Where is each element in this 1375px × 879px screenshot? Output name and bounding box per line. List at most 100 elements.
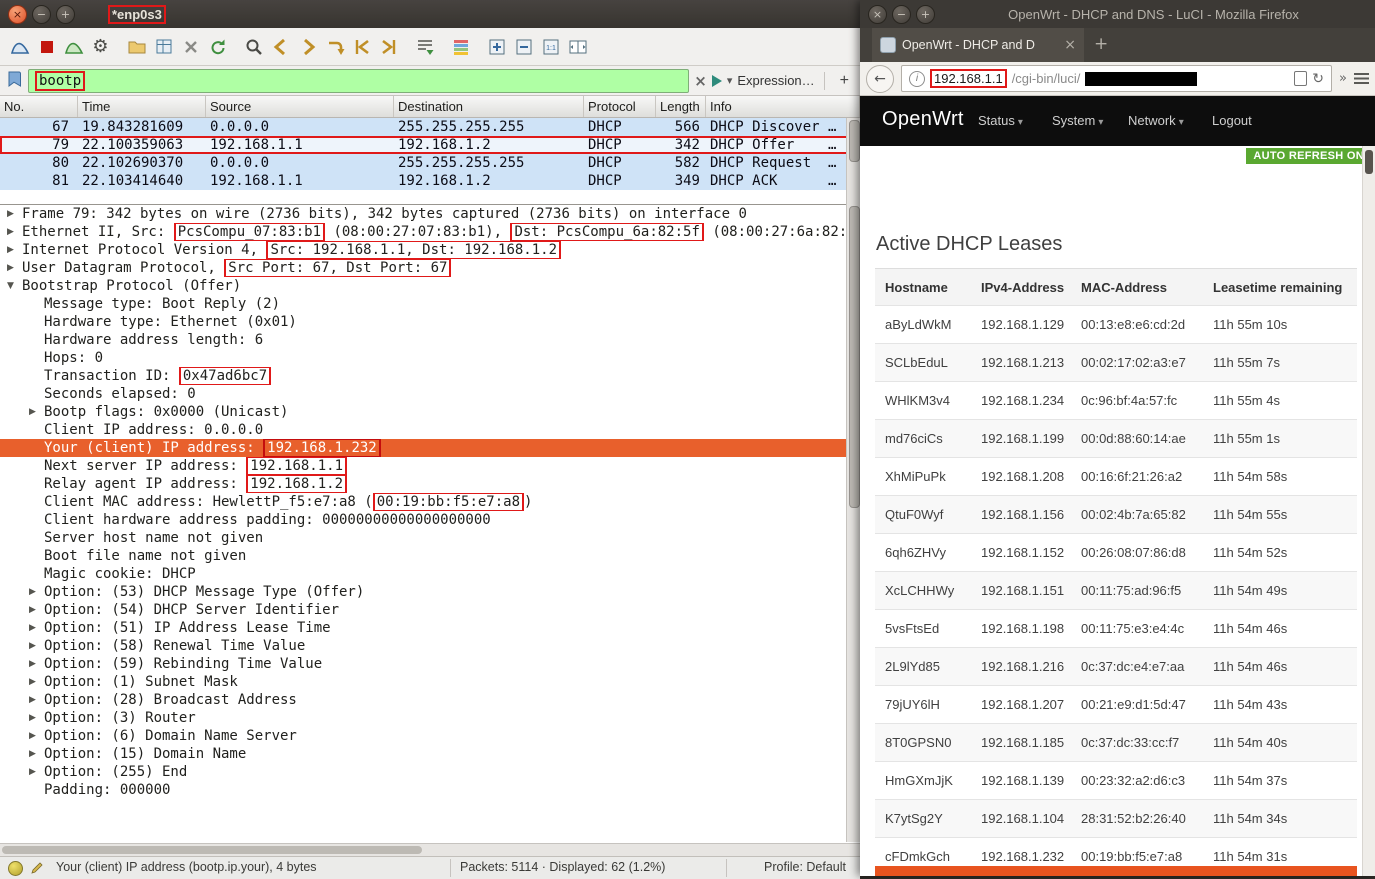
zoom-out-icon[interactable] (510, 33, 537, 60)
capture-start-icon[interactable] (6, 33, 33, 60)
colorize-icon[interactable] (447, 33, 474, 60)
expand-icon[interactable]: ▶ (29, 763, 36, 781)
resize-columns-icon[interactable] (564, 33, 591, 60)
window-maximize-button[interactable]: + (916, 4, 935, 24)
scrollbar-thumb[interactable] (2, 846, 422, 854)
filter-dropdown-icon[interactable]: ▾ (727, 74, 733, 87)
expand-icon[interactable]: ▶ (29, 655, 36, 673)
expand-icon[interactable]: ▶ (29, 601, 36, 619)
expand-icon[interactable]: ▶ (29, 709, 36, 727)
packet-row[interactable]: 81 22.103414640 192.168.1.1 192.168.1.2 … (0, 172, 860, 190)
reload-file-icon[interactable] (204, 33, 231, 60)
close-file-icon[interactable] (177, 33, 204, 60)
nav-system[interactable]: System ▾ (1052, 113, 1103, 128)
goto-packet-icon[interactable] (321, 33, 348, 60)
nav-network[interactable]: Network ▾ (1128, 113, 1184, 128)
scrollbar-thumb[interactable] (849, 120, 860, 162)
detail-line[interactable]: Message type: Boot Reply (2) (0, 295, 860, 313)
new-tab-button[interactable]: + (1094, 34, 1108, 54)
detail-line[interactable]: Client IP address: 0.0.0.0 (0, 421, 860, 439)
url-bar[interactable]: i 192.168.1.1 /cgi-bin/luci/ ↻ (901, 65, 1333, 92)
detail-line[interactable]: Hardware type: Ethernet (0x01) (0, 313, 860, 331)
filter-input[interactable]: bootp (28, 68, 690, 93)
detail-line-client-mac[interactable]: Client MAC address: HewlettP_f5:e7:a8 (0… (0, 493, 860, 511)
window-close-button[interactable]: × (8, 4, 27, 24)
detail-line[interactable]: Padding: 000000 (0, 781, 860, 799)
auto-refresh-badge[interactable]: AUTO REFRESH ON (1246, 148, 1371, 164)
column-header-protocol[interactable]: Protocol (584, 96, 656, 117)
window-minimize-button[interactable]: − (32, 4, 51, 24)
expand-icon[interactable]: ▶ (7, 205, 14, 223)
detail-line-relay-agent[interactable]: Relay agent IP address: 192.168.1.2 (0, 475, 860, 493)
detail-pane-scrollbar[interactable] (846, 204, 860, 842)
last-packet-icon[interactable] (375, 33, 402, 60)
site-info-icon[interactable]: i (909, 70, 925, 87)
column-header-destination[interactable]: Destination (394, 96, 584, 117)
column-header-no[interactable]: No. (0, 96, 78, 117)
scrollbar-thumb[interactable] (849, 206, 860, 508)
detail-line-option[interactable]: ▶ Option: (3) Router (0, 709, 860, 727)
detail-line[interactable]: Hops: 0 (0, 349, 860, 367)
browser-tab[interactable]: OpenWrt - DHCP and D × (872, 28, 1084, 62)
window-maximize-button[interactable]: + (56, 4, 75, 24)
horizontal-scrollbar[interactable] (0, 843, 860, 856)
detail-line-next-server[interactable]: Next server IP address: 192.168.1.1 (0, 457, 860, 475)
detail-line-frame[interactable]: ▶ Frame 79: 342 bytes on wire (2736 bits)… (0, 205, 860, 223)
detail-line[interactable]: Boot file name not given (0, 547, 860, 565)
detail-line[interactable]: Server host name not given (0, 529, 860, 547)
expand-icon[interactable]: ▶ (29, 691, 36, 709)
detail-line-option[interactable]: ▶ Option: (53) DHCP Message Type (Offer) (0, 583, 860, 601)
tab-close-icon[interactable]: × (1064, 37, 1076, 53)
detail-line-ip[interactable]: ▶ Internet Protocol Version 4, Src: 192.1… (0, 241, 860, 259)
nav-status[interactable]: Status ▾ (978, 113, 1023, 128)
packet-list-scrollbar[interactable] (846, 118, 860, 204)
expand-icon[interactable]: ▶ (29, 583, 36, 601)
capture-comment-icon[interactable] (30, 861, 44, 878)
capture-restart-icon[interactable] (60, 33, 87, 60)
detail-line-udp[interactable]: ▶ User Datagram Protocol, Src Port: 67, D… (0, 259, 860, 277)
save-file-icon[interactable] (150, 33, 177, 60)
scrollbar-thumb[interactable] (1365, 150, 1373, 174)
filter-bookmark-icon[interactable] (5, 70, 23, 91)
column-header-info[interactable]: Info (706, 96, 860, 117)
expand-icon[interactable]: ▶ (29, 727, 36, 745)
packet-row-selected[interactable]: 79 22.100359063 192.168.1.1 192.168.1.2 … (0, 136, 860, 154)
clear-filter-icon[interactable]: × (694, 72, 707, 90)
open-file-icon[interactable] (123, 33, 150, 60)
first-packet-icon[interactable] (348, 33, 375, 60)
packet-row[interactable]: 67 19.843281609 0.0.0.0 255.255.255.255 … (0, 118, 860, 136)
expand-icon[interactable]: ▶ (7, 259, 14, 277)
reload-icon[interactable]: ↻ (1312, 71, 1324, 87)
page-action-icon[interactable] (1294, 71, 1308, 86)
overflow-chevrons-icon[interactable]: » (1339, 71, 1347, 86)
capture-stop-icon[interactable] (33, 33, 60, 60)
menu-hamburger-icon[interactable] (1354, 73, 1369, 84)
detail-line-option[interactable]: ▶ Option: (255) End (0, 763, 860, 781)
expression-button[interactable]: Expression… (737, 73, 814, 88)
detail-line-your-ip-selected[interactable]: Your (client) IP address: 192.168.1.232 (0, 439, 860, 457)
autoscroll-icon[interactable] (411, 33, 438, 60)
zoom-in-icon[interactable] (483, 33, 510, 60)
detail-line-ethernet[interactable]: ▶ Ethernet II, Src: PcsCompu_07:83:b1 (08… (0, 223, 860, 241)
window-minimize-button[interactable]: − (892, 4, 911, 24)
detail-line[interactable]: Magic cookie: DHCP (0, 565, 860, 583)
expand-icon[interactable]: ▶ (29, 637, 36, 655)
column-header-time[interactable]: Time (78, 96, 206, 117)
expand-icon[interactable]: ▶ (29, 619, 36, 637)
detail-line-option[interactable]: ▶ Option: (6) Domain Name Server (0, 727, 860, 745)
window-close-button[interactable]: × (868, 4, 887, 24)
nav-logout[interactable]: Logout (1212, 113, 1252, 128)
detail-line-option[interactable]: ▶ Option: (58) Renewal Time Value (0, 637, 860, 655)
page-scrollbar[interactable] (1362, 146, 1375, 876)
detail-line-option[interactable]: ▶ Option: (51) IP Address Lease Time (0, 619, 860, 637)
next-packet-icon[interactable] (294, 33, 321, 60)
back-button[interactable]: ← (866, 64, 894, 93)
detail-line-option[interactable]: ▶ Option: (28) Broadcast Address (0, 691, 860, 709)
expert-info-icon[interactable] (8, 861, 23, 876)
detail-line-transaction-id[interactable]: Transaction ID: 0x47ad6bc7 (0, 367, 860, 385)
expand-icon[interactable]: ▶ (7, 223, 14, 241)
expand-icon[interactable]: ▶ (29, 403, 36, 421)
detail-line[interactable]: Seconds elapsed: 0 (0, 385, 860, 403)
detail-line-option[interactable]: ▶ Option: (1) Subnet Mask (0, 673, 860, 691)
detail-line-option[interactable]: ▶ Option: (59) Rebinding Time Value (0, 655, 860, 673)
